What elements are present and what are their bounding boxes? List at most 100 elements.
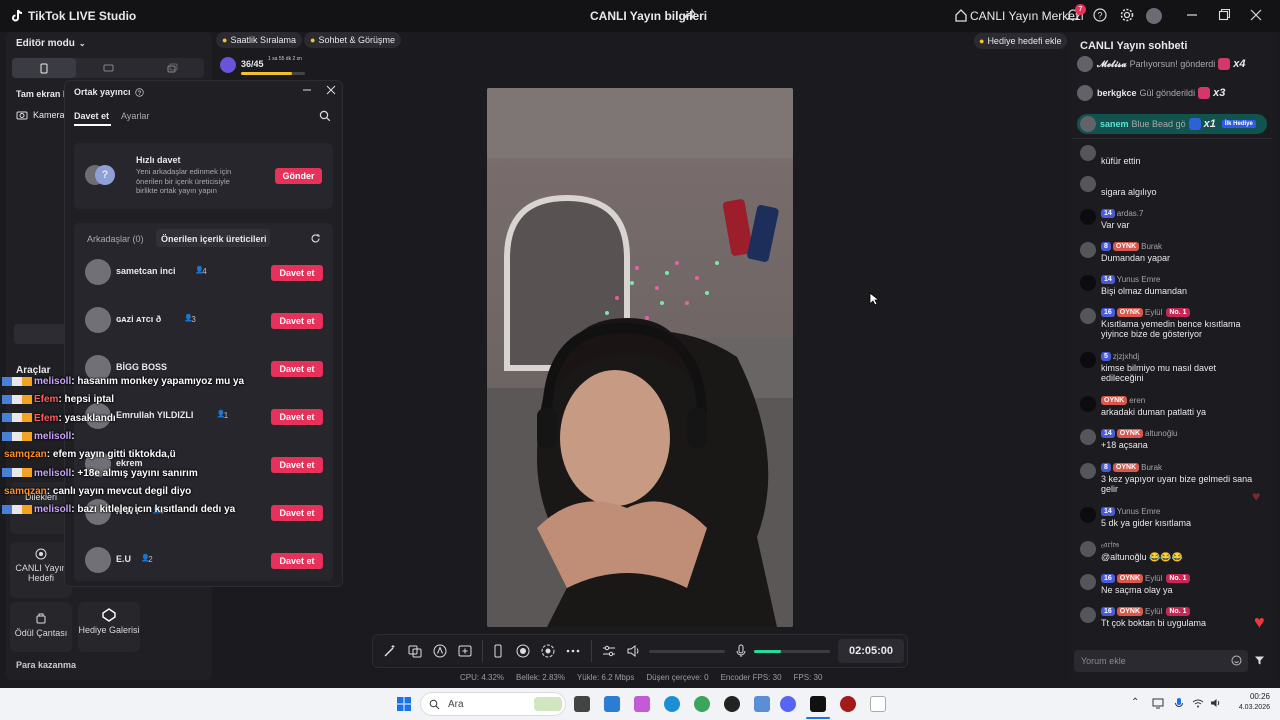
chat-username[interactable]: Eylül [1145,574,1162,583]
clip-icon[interactable] [540,643,556,659]
send-button[interactable]: Gönder [275,168,322,184]
tiktok-studio-icon[interactable] [810,696,826,712]
landscape-layout-icon[interactable] [76,64,140,72]
recorder-icon[interactable] [840,696,856,712]
network-icon[interactable] [1152,697,1164,709]
overlay-chat-user: melisoll [34,376,72,387]
chat-message: sigara algılıyo [1101,175,1257,197]
chat-username[interactable]: Burak [1141,242,1162,251]
mic-volume-slider[interactable] [754,650,830,653]
microphone-tray-icon[interactable] [1174,697,1184,709]
chat-meet-pill[interactable]: ● Sohbet & Görüşme [304,32,401,48]
reward-bag-tool[interactable]: Ödül Çantası [10,602,72,652]
search-icon[interactable] [319,110,331,122]
chat-username[interactable]: Eylül [1145,308,1162,317]
fan-badge: OYNK [1116,573,1144,583]
overlay-chat-line: melisoll: bazı kitleler icın kısıtlandı … [2,504,235,515]
popup-minimize-icon[interactable] [302,85,312,95]
question-avatar-icon: ? [95,165,115,185]
tab-invite[interactable]: Davet et [74,111,109,121]
task-view-icon[interactable] [574,696,590,712]
help-icon[interactable]: ? [1093,8,1109,24]
magic-wand-icon[interactable] [382,643,398,659]
add-source-button[interactable] [14,324,66,344]
friends-tab[interactable]: Arkadaşlar (0) [87,234,144,244]
invite-button[interactable]: Davet et [271,457,323,473]
gift-gallery-tool[interactable]: Hediye Galerisi [78,602,140,652]
speaker-icon[interactable] [626,643,642,659]
title-bar: TikTok LIVE Studio CANLI Yayın bilgileri… [0,0,1280,32]
chat-message-text: Var var [1101,220,1130,230]
record-icon[interactable] [515,643,531,659]
filter-icon[interactable] [1254,655,1265,666]
app-icon[interactable] [724,696,740,712]
close-icon[interactable] [1250,8,1266,24]
suggested-creators-tab[interactable]: Önerilen içerik üreticileri [161,234,267,244]
chat-message-text: Ne saçma olay ya [1101,585,1173,595]
chat-username[interactable]: ardas.7 [1117,209,1144,218]
clock-time[interactable]: 00:26 [1238,692,1270,701]
ai-icon[interactable] [432,643,448,659]
chat-username[interactable]: Yunus Emre [1117,507,1161,516]
wifi-icon[interactable] [1192,697,1204,709]
chevron-up-icon[interactable]: ⌃ [1131,697,1139,708]
more-icon[interactable] [565,643,581,659]
chat-username[interactable]: altunoğlu [1145,429,1177,438]
level-badge: 16 [1101,606,1115,616]
profile-avatar[interactable] [1146,8,1162,24]
chrome-icon[interactable] [694,696,710,712]
chat-username[interactable]: eren [1129,396,1145,405]
invite-button[interactable]: Davet et [271,553,323,569]
tab-settings[interactable]: Ayarlar [121,111,149,121]
invite-button[interactable]: Davet et [271,265,323,281]
chat-username[interactable]: Yunus Emre [1117,275,1161,284]
share-icon[interactable] [682,8,698,24]
chat-username[interactable]: Eylül [1145,607,1162,616]
mixer-icon[interactable] [601,643,617,659]
edge-icon[interactable] [664,696,680,712]
volume-icon[interactable] [1210,697,1222,709]
comment-input[interactable]: Yorum ekle [1074,650,1248,672]
chat-user-avatar [1080,607,1096,623]
level-badge: 16 [1101,307,1115,317]
copilot-icon[interactable] [634,696,650,712]
chat-username[interactable]: zjzjxhdj [1113,352,1139,361]
chat-username[interactable]: ₑ𝔞𝔯𝔣𝔬𝔰 [1101,540,1119,550]
taskbar-search[interactable]: Ara [420,692,566,716]
invite-button[interactable]: Davet et [271,313,323,329]
chat-message: 14 ardas.7 Var var [1101,208,1257,230]
portrait-layout-icon[interactable] [12,58,76,78]
minimize-icon[interactable] [1186,8,1202,24]
live-goal-tool[interactable]: CANLI Yayın Hedefi [10,542,72,598]
notification-badge: 7 [1075,4,1086,15]
invite-button[interactable]: Davet et [271,409,323,425]
home-icon[interactable] [954,8,970,24]
hourly-ranking-pill[interactable]: ● Saatlik Sıralama [216,32,302,48]
invite-button[interactable]: Davet et [271,361,323,377]
dual-layout-icon[interactable] [140,63,204,73]
add-scene-icon[interactable] [457,643,473,659]
chat-username[interactable]: Burak [1141,463,1162,472]
info-icon[interactable]: ? [134,87,144,97]
popup-close-icon[interactable] [326,85,336,95]
gear-icon[interactable] [1120,8,1136,24]
overlay-chat-text: : [71,430,75,442]
speaker-volume-slider[interactable] [649,650,725,653]
microphone-icon[interactable] [733,643,749,659]
lightbulb-icon: ● [979,36,985,46]
emoji-icon[interactable] [1231,655,1242,666]
windows-start-icon[interactable] [396,696,412,712]
invite-button[interactable]: Davet et [271,505,323,521]
translate-icon[interactable] [407,643,423,659]
editor-mode-dropdown[interactable]: Editör modu ⌄ [16,38,86,49]
settings-app-icon[interactable] [754,696,770,712]
notepad-icon[interactable] [870,696,886,712]
phone-icon[interactable] [490,643,506,659]
clock-date[interactable]: 4.03.2026 [1226,704,1270,711]
gift-goal-button[interactable]: ● Hediye hedefi ekle [974,33,1067,49]
refresh-icon[interactable] [310,233,321,244]
maximize-icon[interactable] [1218,8,1234,24]
camera-source[interactable]: Kamera [16,110,65,120]
discord-icon[interactable] [780,696,796,712]
outlook-icon[interactable] [604,696,620,712]
